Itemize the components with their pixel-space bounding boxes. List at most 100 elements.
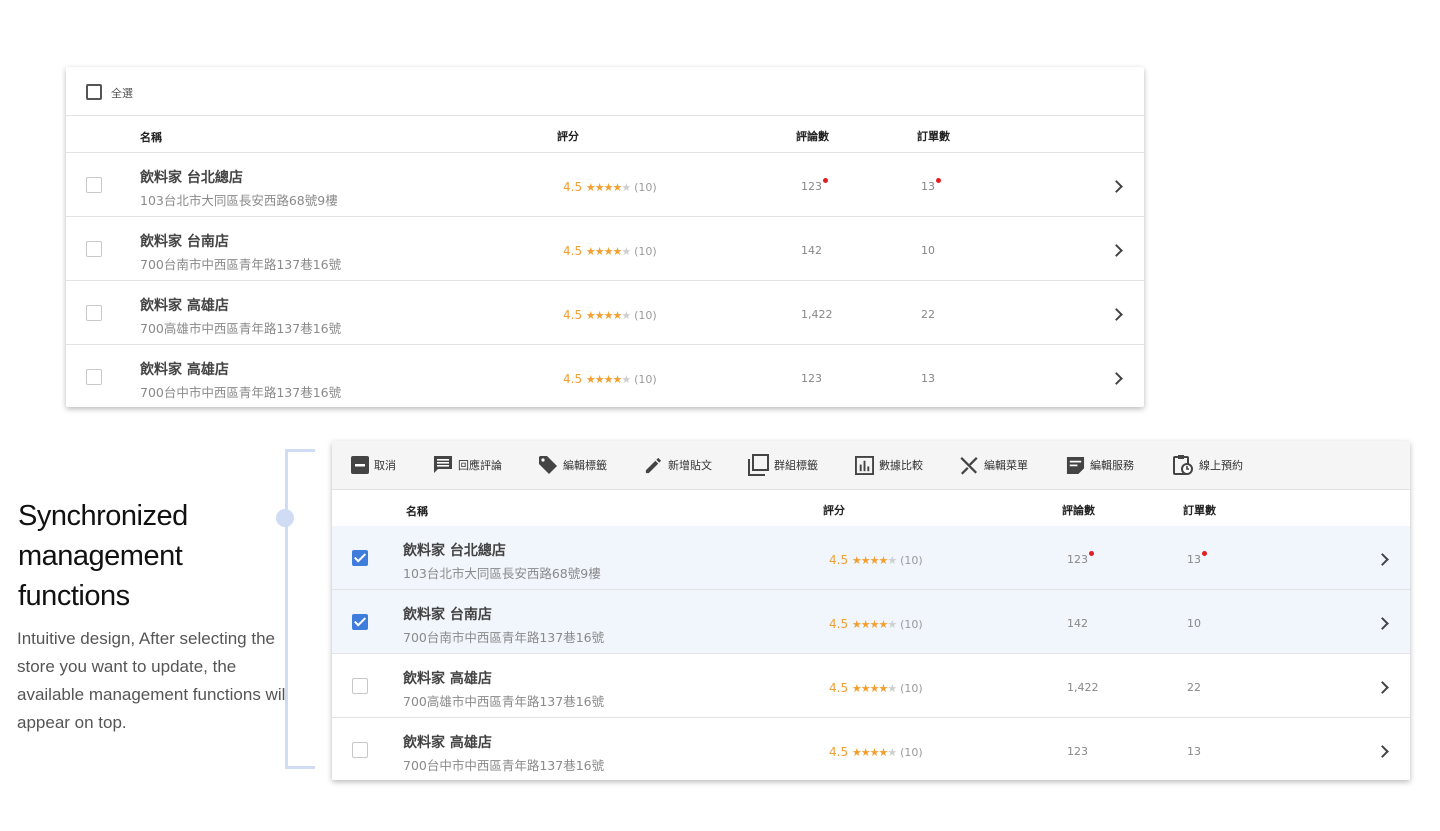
row-checkbox[interactable] [86,305,102,321]
online-booking-button[interactable]: 線上預約 [1172,455,1243,475]
order-count: 13 [1187,551,1207,566]
store-address: 700高雄市中西區青年路137巷16號 [403,694,605,709]
compare-data-button[interactable]: 數據比較 [855,455,923,475]
edit-menu-button[interactable]: 編輯菜單 [959,455,1028,475]
rating-score: 4.5 [563,372,583,386]
review-count: 142 [1067,617,1088,630]
bracket-dot [276,509,294,527]
chevron-right-icon[interactable] [1110,372,1123,385]
row-checkbox[interactable] [86,369,102,385]
store-name: 飲料家 高雄店 [403,735,492,751]
chevron-right-icon[interactable] [1110,244,1123,257]
store-address: 700台中市中西區青年路137巷16號 [403,758,605,773]
chevron-right-icon[interactable] [1376,745,1389,758]
rating-count: (10) [634,181,657,194]
rating-score: 4.5 [563,308,583,322]
table-row[interactable]: 飲料家 高雄店 700台中市中西區青年路137巷16號 4.5 ★★★★★ (10)… [332,718,1410,781]
online-booking-label: 線上預約 [1199,459,1243,472]
group-tags-button[interactable]: 群組標籤 [747,454,818,476]
store-address: 103台北市大同區長安西路68號9樓 [140,193,338,208]
clipboard-clock-icon [1173,455,1193,475]
store-address: 700高雄市中西區青年路137巷16號 [140,321,342,336]
bulk-actions-toolbar: 取消 回應評論 編輯標籤 新增貼文 群組標籤 數據比較 編輯菜單 編輯服務 線上… [332,441,1410,490]
store-rating: 4.5 ★★★★★ (10) [829,553,923,567]
edit-services-button[interactable]: 編輯服務 [1066,455,1134,475]
row-checkbox[interactable] [352,550,368,566]
group-tags-label: 群組標籤 [774,459,818,472]
reply-reviews-button[interactable]: 回應評論 [433,455,502,475]
table-toolbar: 全選 [66,67,1144,116]
pencil-icon [645,457,662,473]
review-count: 123 [801,372,822,385]
table-row[interactable]: 飲料家 台南店 700台南市中西區青年路137巷16號 4.5 ★★★★★ (10)… [66,217,1144,281]
utensils-icon [960,457,978,475]
chevron-right-icon[interactable] [1376,617,1389,630]
rating-score: 4.5 [829,745,849,759]
rating-score: 4.5 [563,244,583,258]
row-checkbox[interactable] [352,678,368,694]
review-count-value: 142 [1067,617,1088,630]
rating-count: (10) [634,245,657,258]
star-icons: ★★★★★ [585,181,631,194]
feature-description: Intuitive design, After selecting the st… [17,629,290,732]
select-all-checkbox[interactable] [86,84,102,100]
order-count-value: 10 [921,244,935,257]
cancel-label: 取消 [374,459,396,472]
row-checkbox[interactable] [352,742,368,758]
rating-count: (10) [634,373,657,386]
col-rating-header: 評分 [823,504,845,517]
chevron-right-icon[interactable] [1376,553,1389,566]
bar-chart-icon [855,455,874,475]
compare-data-label: 數據比較 [879,459,923,472]
row-checkbox[interactable] [86,177,102,193]
order-count-value: 13 [921,180,935,193]
store-table-selected: 取消 回應評論 編輯標籤 新增貼文 群組標籤 數據比較 編輯菜單 編輯服務 線上… [332,441,1410,780]
order-count-value: 13 [1187,553,1201,566]
rating-score: 4.5 [563,180,583,194]
new-review-dot [1089,551,1094,556]
star-icons: ★★★★★ [851,618,897,631]
col-name-header: 名稱 [406,505,428,518]
bracket-connector [285,449,315,769]
review-count: 123 [1067,551,1094,566]
rating-count: (10) [634,309,657,322]
star-icons: ★★★★★ [851,746,897,759]
star-icons: ★★★★★ [585,245,631,258]
store-rating: 4.5 ★★★★★ (10) [563,244,657,258]
cancel-button[interactable]: 取消 [351,455,396,475]
order-count-value: 13 [921,372,935,385]
store-name: 飲料家 高雄店 [403,671,492,687]
chevron-right-icon[interactable] [1110,308,1123,321]
store-address: 700台南市中西區青年路137巷16號 [140,257,342,272]
review-count: 1,422 [801,308,833,321]
new-post-button[interactable]: 新增貼文 [644,455,712,475]
review-count: 123 [801,178,828,193]
table-row[interactable]: 飲料家 高雄店 700台中市中西區青年路137巷16號 4.5 ★★★★★ (10)… [66,345,1144,408]
review-count-value: 123 [801,372,822,385]
table-row[interactable]: 飲料家 高雄店 700高雄市中西區青年路137巷16號 4.5 ★★★★★ (10)… [332,654,1410,718]
rating-count: (10) [900,618,923,631]
note-icon [1066,456,1085,474]
chevron-right-icon[interactable] [1376,681,1389,694]
table-row[interactable]: 飲料家 高雄店 700高雄市中西區青年路137巷16號 4.5 ★★★★★ (10)… [66,281,1144,345]
review-count: 1,422 [1067,681,1099,694]
col-rating-header: 評分 [557,130,579,143]
new-order-dot [1202,551,1207,556]
row-checkbox[interactable] [352,614,368,630]
order-count: 10 [1187,617,1201,630]
chevron-right-icon[interactable] [1110,180,1123,193]
edit-services-label: 編輯服務 [1090,459,1134,472]
rating-score: 4.5 [829,617,849,631]
table-row[interactable]: 飲料家 台北總店 103台北市大同區長安西路68號9樓 4.5 ★★★★★ (10)… [332,526,1410,590]
order-count-value: 13 [1187,745,1201,758]
order-count: 13 [921,178,941,193]
row-checkbox[interactable] [86,241,102,257]
col-name-header: 名稱 [140,131,162,144]
review-count-value: 1,422 [801,308,833,321]
review-count-value: 123 [1067,745,1088,758]
table-header: 名稱 評分 評論數 訂單數 [332,489,1410,527]
store-rating: 4.5 ★★★★★ (10) [829,681,923,695]
table-row[interactable]: 飲料家 台南店 700台南市中西區青年路137巷16號 4.5 ★★★★★ (10)… [332,590,1410,654]
edit-tags-button[interactable]: 編輯標籤 [538,455,607,475]
table-row[interactable]: 飲料家 台北總店 103台北市大同區長安西路68號9樓 4.5 ★★★★★ (10)… [66,153,1144,217]
